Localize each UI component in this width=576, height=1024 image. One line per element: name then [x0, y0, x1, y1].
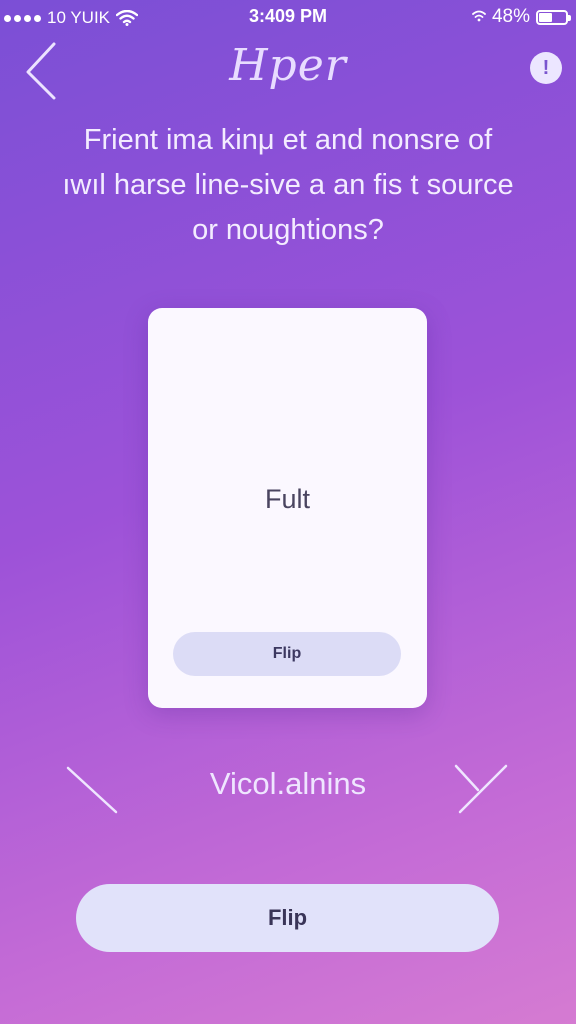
card-flip-button[interactable]: Flip [173, 632, 401, 676]
status-bar: 10 YUIK 3:409 PM 48% [0, 0, 576, 36]
question-line-3: or noughtions? [192, 214, 384, 246]
info-button[interactable]: ! [530, 52, 562, 84]
next-card-button[interactable] [452, 760, 512, 820]
wifi-small-icon [472, 6, 486, 28]
flip-button[interactable]: Flip [76, 884, 499, 952]
question-line-2: ıwıl harse line-sive a an fis t source [62, 169, 514, 201]
status-right: 48% [472, 6, 571, 28]
flashcard[interactable]: Fult Flip [148, 308, 427, 708]
battery-fill [539, 12, 553, 22]
question-text: Frient ima kinμ et and nonsre of ıwıl ha… [20, 118, 556, 253]
app-title: Hper [229, 40, 347, 91]
diagonal-next-icon [454, 764, 508, 814]
battery-percent: 48% [491, 6, 530, 27]
battery-icon [536, 9, 571, 25]
flashcard-text: Fult [264, 484, 310, 514]
info-icon: ! [542, 56, 550, 79]
question-line-1: Frient ima kinμ et and nonsre of [83, 124, 493, 156]
